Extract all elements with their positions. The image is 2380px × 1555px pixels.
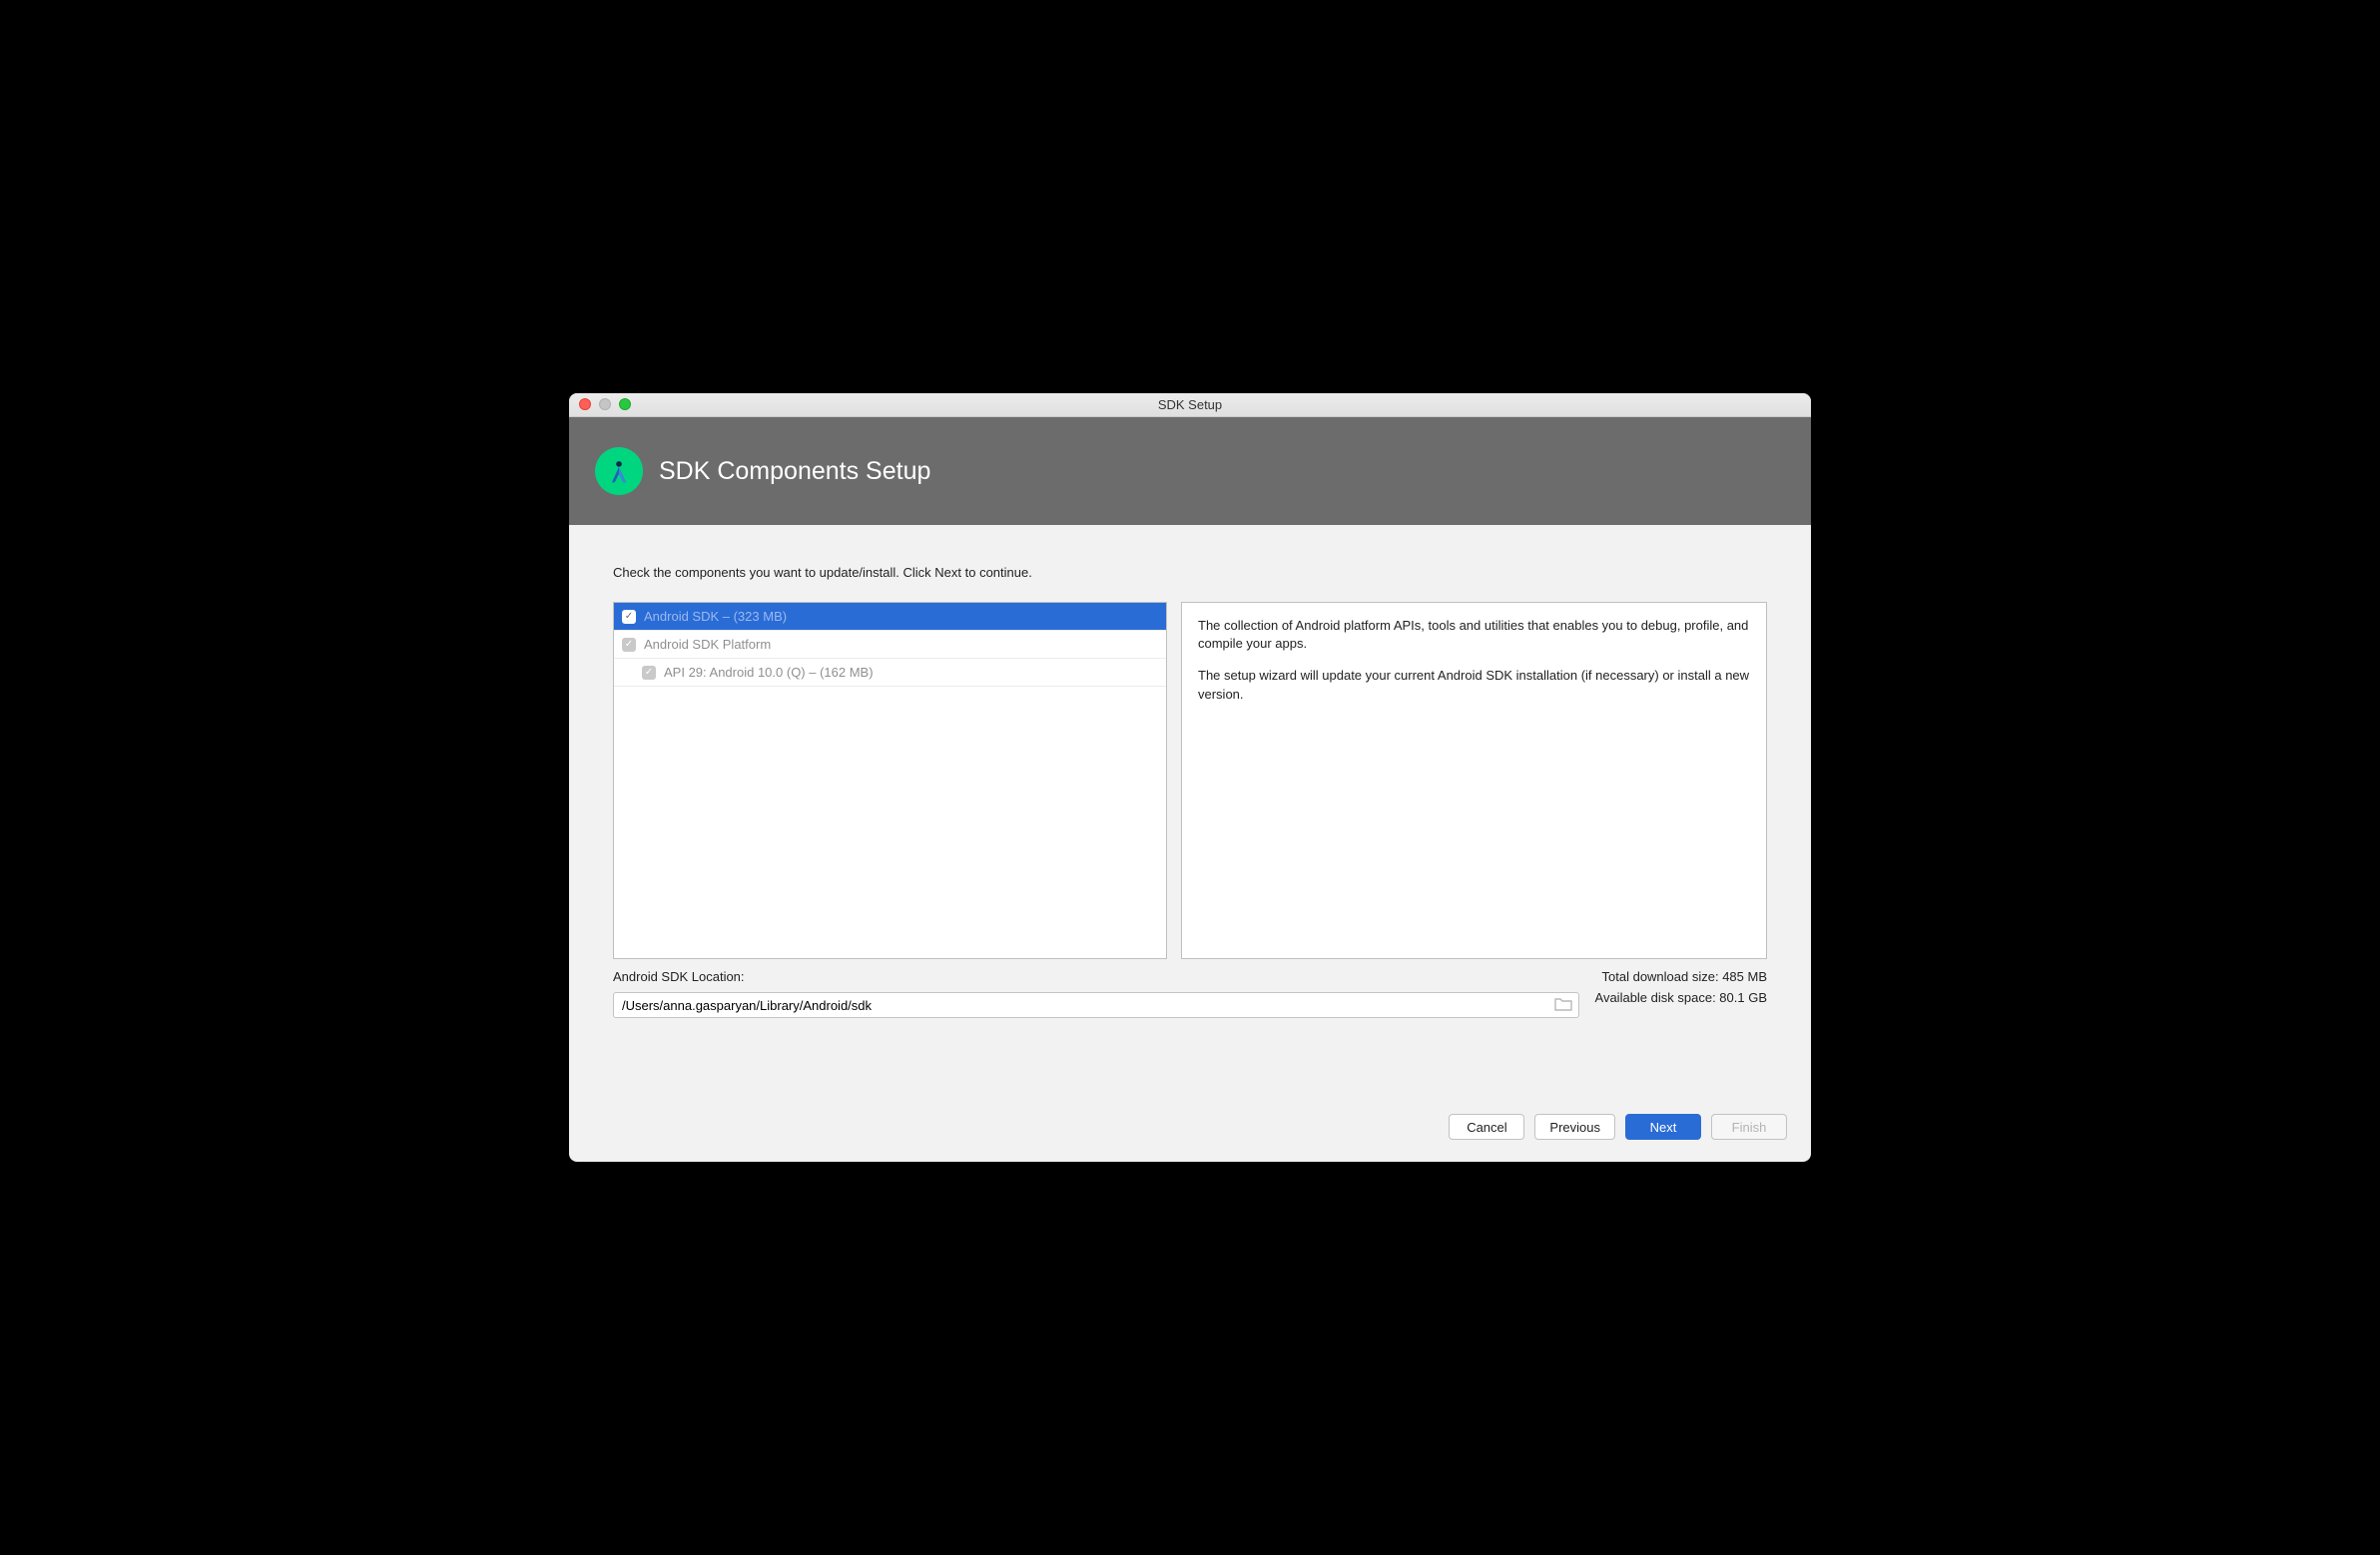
tree-row-label: Android SDK Platform (644, 637, 771, 652)
browse-folder-icon[interactable] (1554, 997, 1572, 1014)
sdk-location-field[interactable] (613, 992, 1579, 1018)
description-p2: The setup wizard will update your curren… (1198, 667, 1750, 703)
zoom-icon[interactable] (619, 398, 631, 410)
titlebar: SDK Setup (569, 393, 1811, 417)
sdk-setup-window: SDK Setup SDK Components Setup Check the… (569, 393, 1811, 1162)
total-download-size: Total download size: 485 MB (1595, 969, 1767, 984)
banner: SDK Components Setup (569, 417, 1811, 525)
cancel-button[interactable]: Cancel (1449, 1114, 1524, 1140)
sdk-location-label: Android SDK Location: (613, 969, 1579, 984)
android-studio-logo-icon (595, 447, 643, 495)
tree-row-label: Android SDK – (323 MB) (644, 609, 787, 624)
minimize-icon (599, 398, 611, 410)
footer: Cancel Previous Next Finish (569, 1098, 1811, 1162)
panes: ✓ Android SDK – (323 MB) ✓ Android SDK P… (613, 602, 1767, 959)
checkbox-icon: ✓ (622, 638, 636, 652)
traffic-lights (579, 398, 631, 410)
close-icon[interactable] (579, 398, 591, 410)
description-pane: The collection of Android platform APIs,… (1181, 602, 1767, 959)
finish-button: Finish (1711, 1114, 1787, 1140)
available-disk-space: Available disk space: 80.1 GB (1595, 990, 1767, 1005)
content-area: Check the components you want to update/… (569, 525, 1811, 1098)
tree-row-api-29[interactable]: ✓ API 29: Android 10.0 (Q) – (162 MB) (614, 659, 1166, 687)
checkbox-icon: ✓ (642, 666, 656, 680)
tree-row-label: API 29: Android 10.0 (Q) – (162 MB) (664, 665, 874, 680)
below-panes: Android SDK Location: Total download siz… (613, 969, 1767, 1018)
page-title: SDK Components Setup (659, 457, 930, 486)
window-title: SDK Setup (569, 397, 1811, 412)
component-tree[interactable]: ✓ Android SDK – (323 MB) ✓ Android SDK P… (613, 602, 1167, 959)
location-column: Android SDK Location: (613, 969, 1579, 1018)
previous-button[interactable]: Previous (1534, 1114, 1615, 1140)
sdk-location-input[interactable] (622, 998, 1554, 1013)
tree-row-android-sdk-platform[interactable]: ✓ Android SDK Platform (614, 631, 1166, 659)
size-column: Total download size: 485 MB Available di… (1595, 969, 1767, 1011)
next-button[interactable]: Next (1625, 1114, 1701, 1140)
description-p1: The collection of Android platform APIs,… (1198, 617, 1750, 653)
instruction-text: Check the components you want to update/… (613, 565, 1767, 580)
tree-row-android-sdk[interactable]: ✓ Android SDK – (323 MB) (614, 603, 1166, 631)
checkbox-icon[interactable]: ✓ (622, 610, 636, 624)
